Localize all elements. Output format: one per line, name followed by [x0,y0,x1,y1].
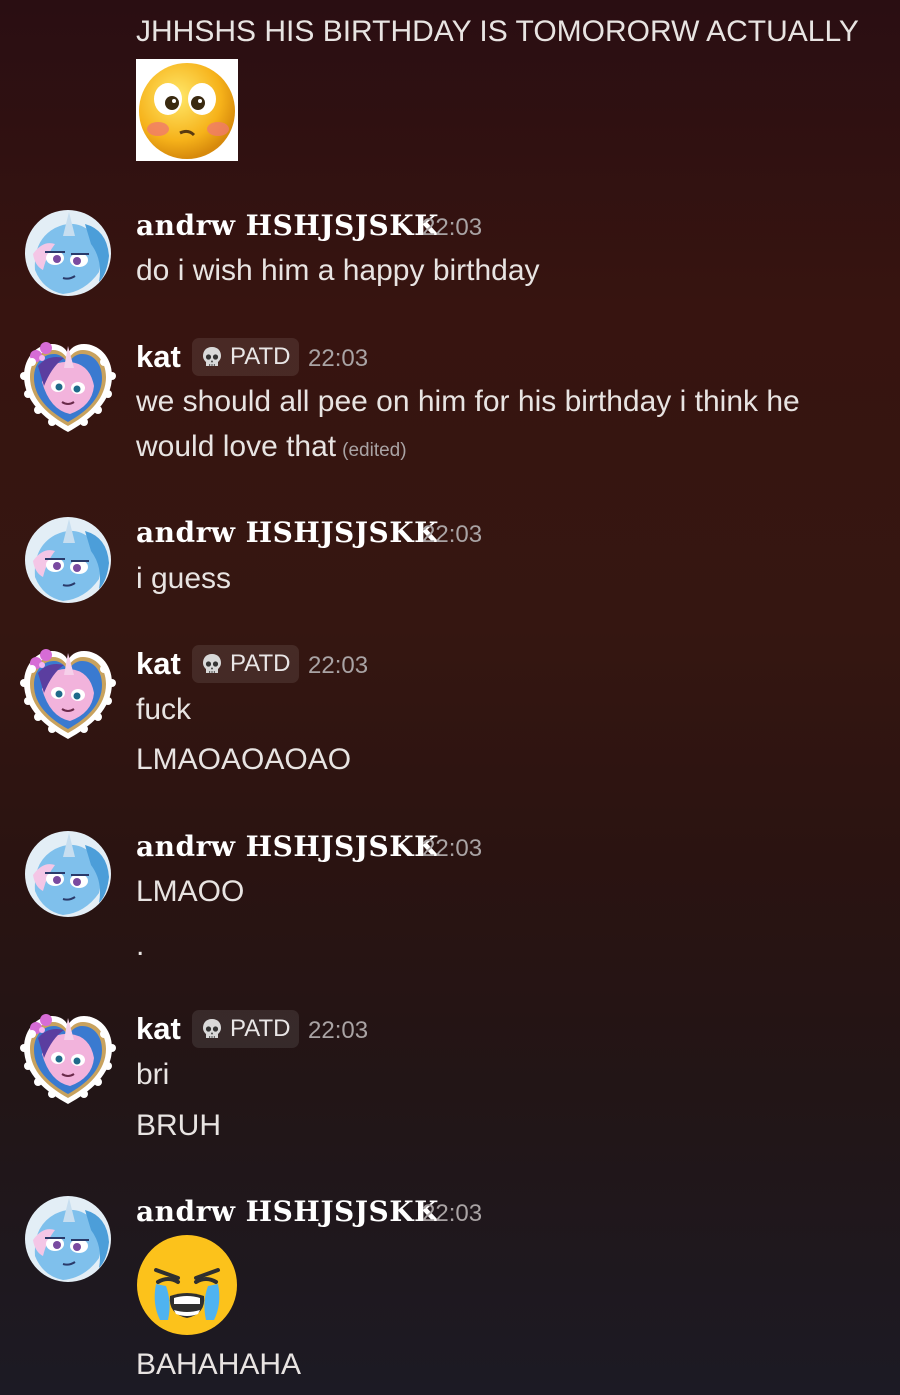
message-text-top: JHHSHS HIS BIRTHDAY IS TOMORORW ACTUALLY [136,15,859,48]
message-text: BRUH [136,1109,222,1142]
role-tag-label: PATD [230,650,291,677]
username-andrw[interactable]: andrw HSHJSJSKK [136,209,439,242]
username-kat[interactable]: kat [136,339,181,375]
avatar-andrw[interactable] [25,517,111,603]
username-kat[interactable]: kat [136,1011,181,1047]
blue-unicorn-pony-avatar [25,1196,111,1282]
role-tag[interactable]: PATD [192,1010,300,1048]
timestamp: 22:03 [308,652,369,679]
timestamp: 22:03 [422,835,483,862]
pink-unicorn-pony-heart-frame-avatar [18,336,118,436]
role-tag[interactable]: PATD [192,338,300,376]
pink-unicorn-pony-heart-frame-avatar [18,643,118,743]
skull-icon [200,345,224,369]
blue-unicorn-pony-avatar [25,517,111,603]
message-text: LMAOAOAOAO [136,743,352,776]
timestamp: 22:03 [308,1017,369,1044]
role-tag-label: PATD [230,343,291,370]
blue-unicorn-pony-avatar [25,210,111,296]
avatar-andrw[interactable] [25,210,111,296]
message-text: do i wish him a happy birthday [136,254,540,287]
message-text: LMAOO [136,875,245,908]
timestamp: 22:03 [422,214,483,241]
avatar-andrw[interactable] [25,1196,111,1282]
skull-icon [200,1017,224,1041]
message-text-line: would love that (edited) [136,429,407,469]
role-tag-label: PATD [230,1015,291,1042]
edited-label: (edited) [342,440,407,461]
message-text: . [136,929,145,962]
message-text: fuck [136,693,192,726]
username-andrw[interactable]: andrw HSHJSJSKK [136,516,439,549]
skull-icon [200,652,224,676]
message-text: BAHAHAHA [136,1348,302,1381]
pink-unicorn-pony-heart-frame-avatar [18,1008,118,1108]
message-text: bri [136,1058,170,1091]
blue-unicorn-pony-avatar [25,831,111,917]
avatar-kat[interactable] [18,643,118,743]
username-andrw[interactable]: andrw HSHJSJSKK [136,830,439,863]
timestamp: 22:03 [422,1200,483,1227]
username-kat[interactable]: kat [136,646,181,682]
message-text: i guess [136,562,232,595]
avatar-kat[interactable] [18,1008,118,1108]
flushed-face-emoji[interactable] [136,59,238,161]
timestamp: 22:03 [308,345,369,372]
username-andrw[interactable]: andrw HSHJSJSKK [136,1195,439,1228]
timestamp: 22:03 [422,521,483,548]
avatar-andrw[interactable] [25,831,111,917]
role-tag[interactable]: PATD [192,645,300,683]
message-text: we should all pee on him for his birthda… [136,385,800,418]
avatar-kat[interactable] [18,336,118,436]
message-text: would love that [136,430,337,463]
loudly-crying-face-emoji[interactable] [136,1234,238,1336]
